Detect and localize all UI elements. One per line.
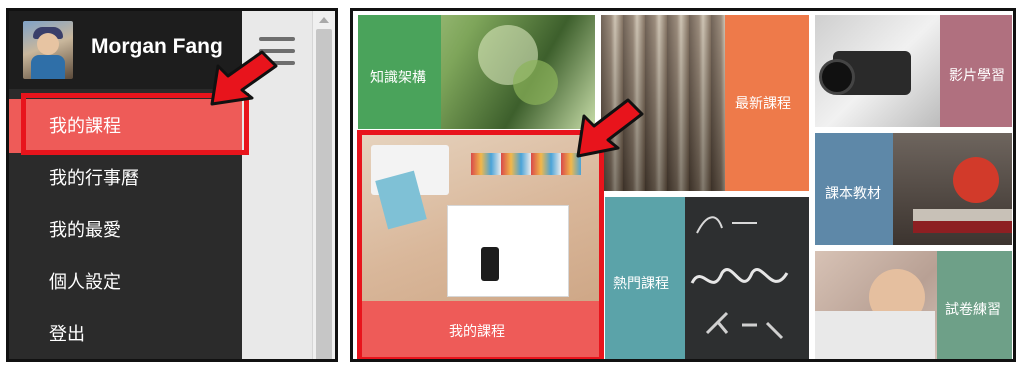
- avatar[interactable]: [23, 21, 73, 79]
- tile-label: 試卷練習: [945, 301, 1001, 317]
- sidebar-item-label: 我的行事曆: [49, 168, 139, 188]
- tile-exam[interactable]: 試卷練習: [815, 251, 1012, 359]
- chalkboard-art: [690, 216, 789, 340]
- tile-label: 課本教材: [825, 185, 881, 201]
- course-tiles-screenshot: 知識架構 最新課程 影片學習 我的課程 熱門課程 課本教材 試卷練習: [350, 8, 1016, 362]
- sidebar-item-favorites[interactable]: 我的最愛: [9, 203, 242, 257]
- red-arrow-icon: [576, 98, 644, 158]
- sidebar-item-label: 個人設定: [49, 272, 121, 292]
- tile-popular[interactable]: 熱門課程: [605, 197, 809, 359]
- sidebar-item-settings[interactable]: 個人設定: [9, 255, 242, 309]
- tile-label: 影片學習: [949, 67, 1005, 83]
- scroll-thumb[interactable]: [316, 29, 332, 359]
- tile-label: 知識架構: [370, 69, 426, 85]
- tile-video[interactable]: 影片學習: [815, 15, 1012, 127]
- sidebar-item-logout[interactable]: 登出: [9, 307, 242, 359]
- scrollbar[interactable]: [312, 11, 335, 359]
- sidebar-item-my-calendar[interactable]: 我的行事曆: [9, 151, 242, 205]
- tile-label: 最新課程: [735, 95, 791, 111]
- highlight-box: [357, 130, 604, 359]
- red-arrow-icon: [210, 50, 278, 106]
- tile-textbooks[interactable]: 課本教材: [815, 133, 1012, 245]
- sidebar-screenshot: Morgan Fang 我的課程 我的行事曆 我的最愛 個人設定 登出: [6, 8, 338, 362]
- tile-knowledge[interactable]: 知識架構: [358, 15, 595, 129]
- sidebar-item-label: 登出: [49, 324, 85, 344]
- user-name: Morgan Fang: [91, 35, 223, 58]
- sidebar-item-label: 我的最愛: [49, 220, 121, 240]
- scroll-up-icon[interactable]: [319, 17, 329, 23]
- tile-label: 熱門課程: [613, 275, 669, 291]
